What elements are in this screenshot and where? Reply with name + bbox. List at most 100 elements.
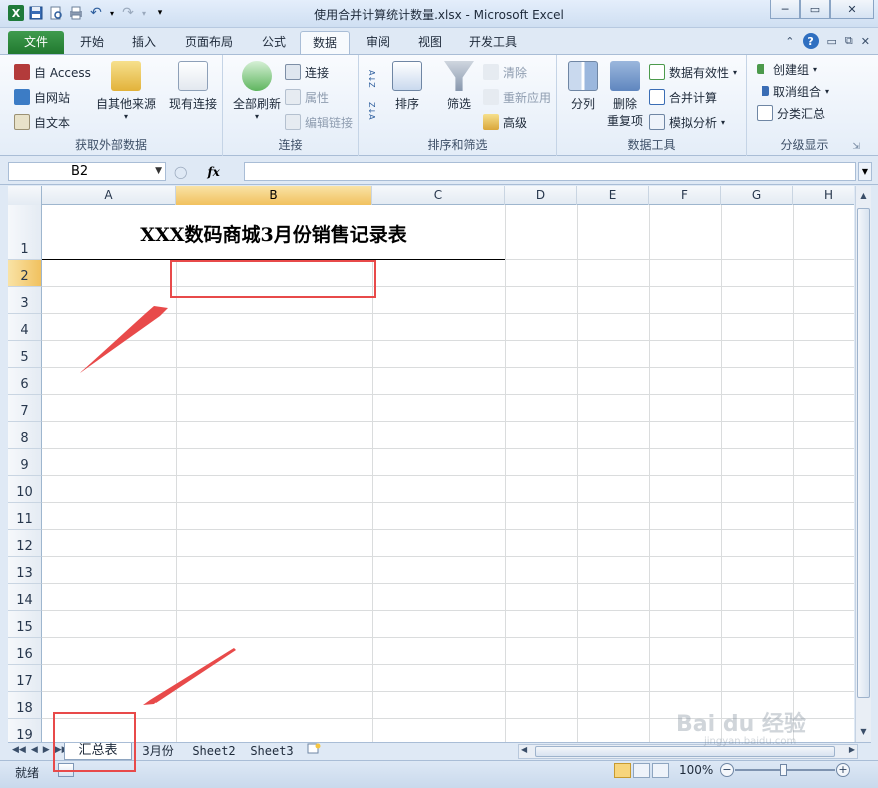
sheet-tab-sheet3[interactable]: Sheet3 [244,743,300,760]
tab-formulas[interactable]: 公式 [252,31,296,54]
reapply-button[interactable]: 重新应用 [483,87,551,107]
scroll-down-icon[interactable]: ▼ [856,724,871,740]
minimize-button[interactable]: ─ [770,0,800,19]
what-if-analysis-button[interactable]: 模拟分析 ▾ [649,112,725,132]
column-header-c[interactable]: C [372,186,505,205]
edit-links-button[interactable]: 编辑链接 [285,112,353,132]
column-header-e[interactable]: E [577,186,649,205]
filter-button[interactable]: 筛选 [441,61,477,112]
row-header[interactable]: 4 [8,314,42,341]
tab-developer[interactable]: 开发工具 [462,31,524,54]
clear-filter-button[interactable]: 清除 [483,62,527,82]
row-header[interactable]: 13 [8,557,42,584]
tab-file[interactable]: 文件 [8,31,64,54]
text-to-columns-button[interactable]: 分列 [565,61,601,112]
row-header[interactable]: 1 [8,205,42,260]
from-access-button[interactable]: 自 Access [14,62,91,82]
worksheet-grid[interactable]: A B C D E F G H 1 2 3 4 5 6 7 8 9 10 11 … [8,186,854,742]
insert-sheet-icon[interactable] [304,743,324,760]
row-header[interactable]: 3 [8,287,42,314]
dialog-launcher-icon[interactable]: ⇲ [852,142,860,152]
row-header[interactable]: 6 [8,368,42,395]
existing-connections-button[interactable]: 现有连接 [164,61,222,112]
sheet-tab-march[interactable]: 3月份 [134,743,182,760]
group-button[interactable]: 创建组 ▾ [757,59,817,79]
refresh-all-button[interactable]: 全部刷新 ▾ [229,61,285,121]
expand-formula-bar-button[interactable]: ▼ [858,162,872,181]
row-header[interactable]: 14 [8,584,42,611]
row-header[interactable]: 2 [8,260,42,287]
tab-page-layout[interactable]: 页面布局 [176,31,242,54]
advanced-filter-button[interactable]: 高级 [483,112,527,132]
column-header-h[interactable]: H [793,186,854,205]
row-header[interactable]: 17 [8,665,42,692]
insert-function-button[interactable]: fx [207,165,219,179]
workbook-minimize-icon[interactable]: ▭ [827,35,837,48]
row-header[interactable]: 18 [8,692,42,719]
zoom-out-button[interactable]: − [720,763,734,777]
column-header-a[interactable]: A [42,186,176,205]
column-header-f[interactable]: F [649,186,721,205]
zoom-in-button[interactable]: + [836,763,850,777]
sheet-tab-sheet2[interactable]: Sheet2 [186,743,242,760]
close-button[interactable]: ✕ [830,0,874,19]
row-header[interactable]: 8 [8,422,42,449]
maximize-button[interactable]: ▭ [800,0,830,19]
first-sheet-icon[interactable]: ◀◀ [12,745,26,755]
tab-view[interactable]: 视图 [408,31,452,54]
row-header[interactable]: 19 [8,719,42,742]
column-header-d[interactable]: D [505,186,577,205]
scroll-left-icon[interactable]: ◀ [521,745,527,754]
row-header[interactable]: 10 [8,476,42,503]
sort-descending-button[interactable]: Z↓A [367,101,376,121]
row-header[interactable]: 7 [8,395,42,422]
active-cell-b2[interactable] [170,260,376,298]
consolidate-button[interactable]: 合并计算 [649,87,717,107]
sort-button[interactable]: 排序 [391,61,423,112]
tab-review[interactable]: 审阅 [356,31,400,54]
scroll-up-icon[interactable]: ▲ [856,188,871,204]
column-header-b[interactable]: B [176,186,372,205]
tab-home[interactable]: 开始 [70,31,114,54]
page-layout-view-button[interactable] [633,763,650,778]
row-header[interactable]: 16 [8,638,42,665]
vertical-scrollbar[interactable]: ▲ ▼ [855,186,871,742]
select-all-corner[interactable] [8,186,42,205]
properties-button[interactable]: 属性 [285,87,329,107]
from-web-button[interactable]: 自网站 [14,87,70,107]
tab-data[interactable]: 数据 [300,31,350,54]
horizontal-scroll-thumb[interactable] [535,746,835,757]
minimize-ribbon-icon[interactable]: ⌃ [785,35,794,48]
data-validation-button[interactable]: 数据有效性 ▾ [649,62,737,82]
subtotal-button[interactable]: 分类汇总 [757,103,825,123]
vertical-scroll-thumb[interactable] [857,208,870,698]
row-header[interactable]: 12 [8,530,42,557]
from-text-button[interactable]: 自文本 [14,112,70,132]
connections-button[interactable]: 连接 [285,62,329,82]
tab-insert[interactable]: 插入 [122,31,166,54]
workbook-restore-icon[interactable]: ⧉ [845,34,853,48]
sheet-title-cell[interactable]: XXX数码商城3月份销售记录表 [42,205,505,259]
page-break-view-button[interactable] [652,763,669,778]
name-box[interactable]: B2 ▼ [8,162,166,181]
scroll-right-icon[interactable]: ▶ [849,745,855,754]
normal-view-button[interactable] [614,763,631,778]
row-header[interactable]: 5 [8,341,42,368]
formula-input[interactable] [244,162,856,181]
prev-sheet-icon[interactable]: ◀ [31,745,38,755]
row-header[interactable]: 11 [8,503,42,530]
formula-cancel-icon: ◯ [174,164,188,179]
zoom-slider-knob[interactable] [780,764,787,776]
row-header[interactable]: 15 [8,611,42,638]
remove-duplicates-button[interactable]: 删除 重复项 [603,61,647,129]
ungroup-button[interactable]: 取消组合 ▾ [757,81,829,101]
help-icon[interactable]: ? [802,33,819,49]
sort-ascending-button[interactable]: A↓Z [367,69,376,89]
zoom-level[interactable]: 100% [679,763,713,777]
column-header-g[interactable]: G [721,186,793,205]
row-header[interactable]: 9 [8,449,42,476]
next-sheet-icon[interactable]: ▶ [43,745,50,755]
chevron-down-icon[interactable]: ▼ [155,163,162,180]
workbook-close-icon[interactable]: ✕ [861,35,870,48]
from-other-sources-button[interactable]: 自其他来源 ▾ [94,61,158,121]
